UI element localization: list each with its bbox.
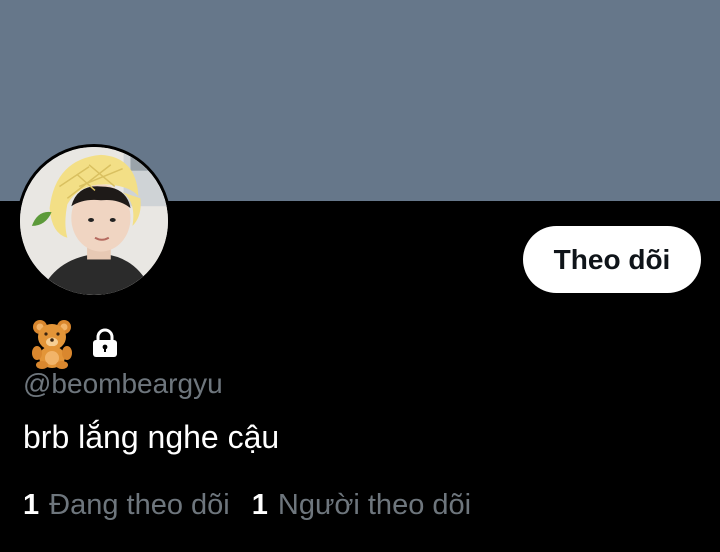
- follow-stats: 1 Đang theo dõi 1 Người theo dõi: [23, 489, 471, 522]
- user-handle: @beombeargyu: [23, 368, 223, 399]
- profile-bio: brb lắng nghe cậu: [23, 419, 280, 455]
- following-stat[interactable]: 1 Đang theo dõi: [23, 489, 230, 522]
- following-label: Đang theo dõi: [49, 489, 230, 521]
- lock-icon: [90, 327, 120, 359]
- display-name-row: [28, 315, 120, 371]
- followers-label: Người theo dõi: [277, 489, 472, 521]
- avatar[interactable]: [17, 144, 171, 298]
- follow-button[interactable]: Theo dõi: [523, 226, 701, 293]
- teddy-bear-icon: [28, 317, 76, 369]
- following-count: 1: [23, 489, 40, 521]
- followers-stat[interactable]: 1 Người theo dõi: [252, 489, 471, 522]
- followers-count: 1: [251, 489, 268, 521]
